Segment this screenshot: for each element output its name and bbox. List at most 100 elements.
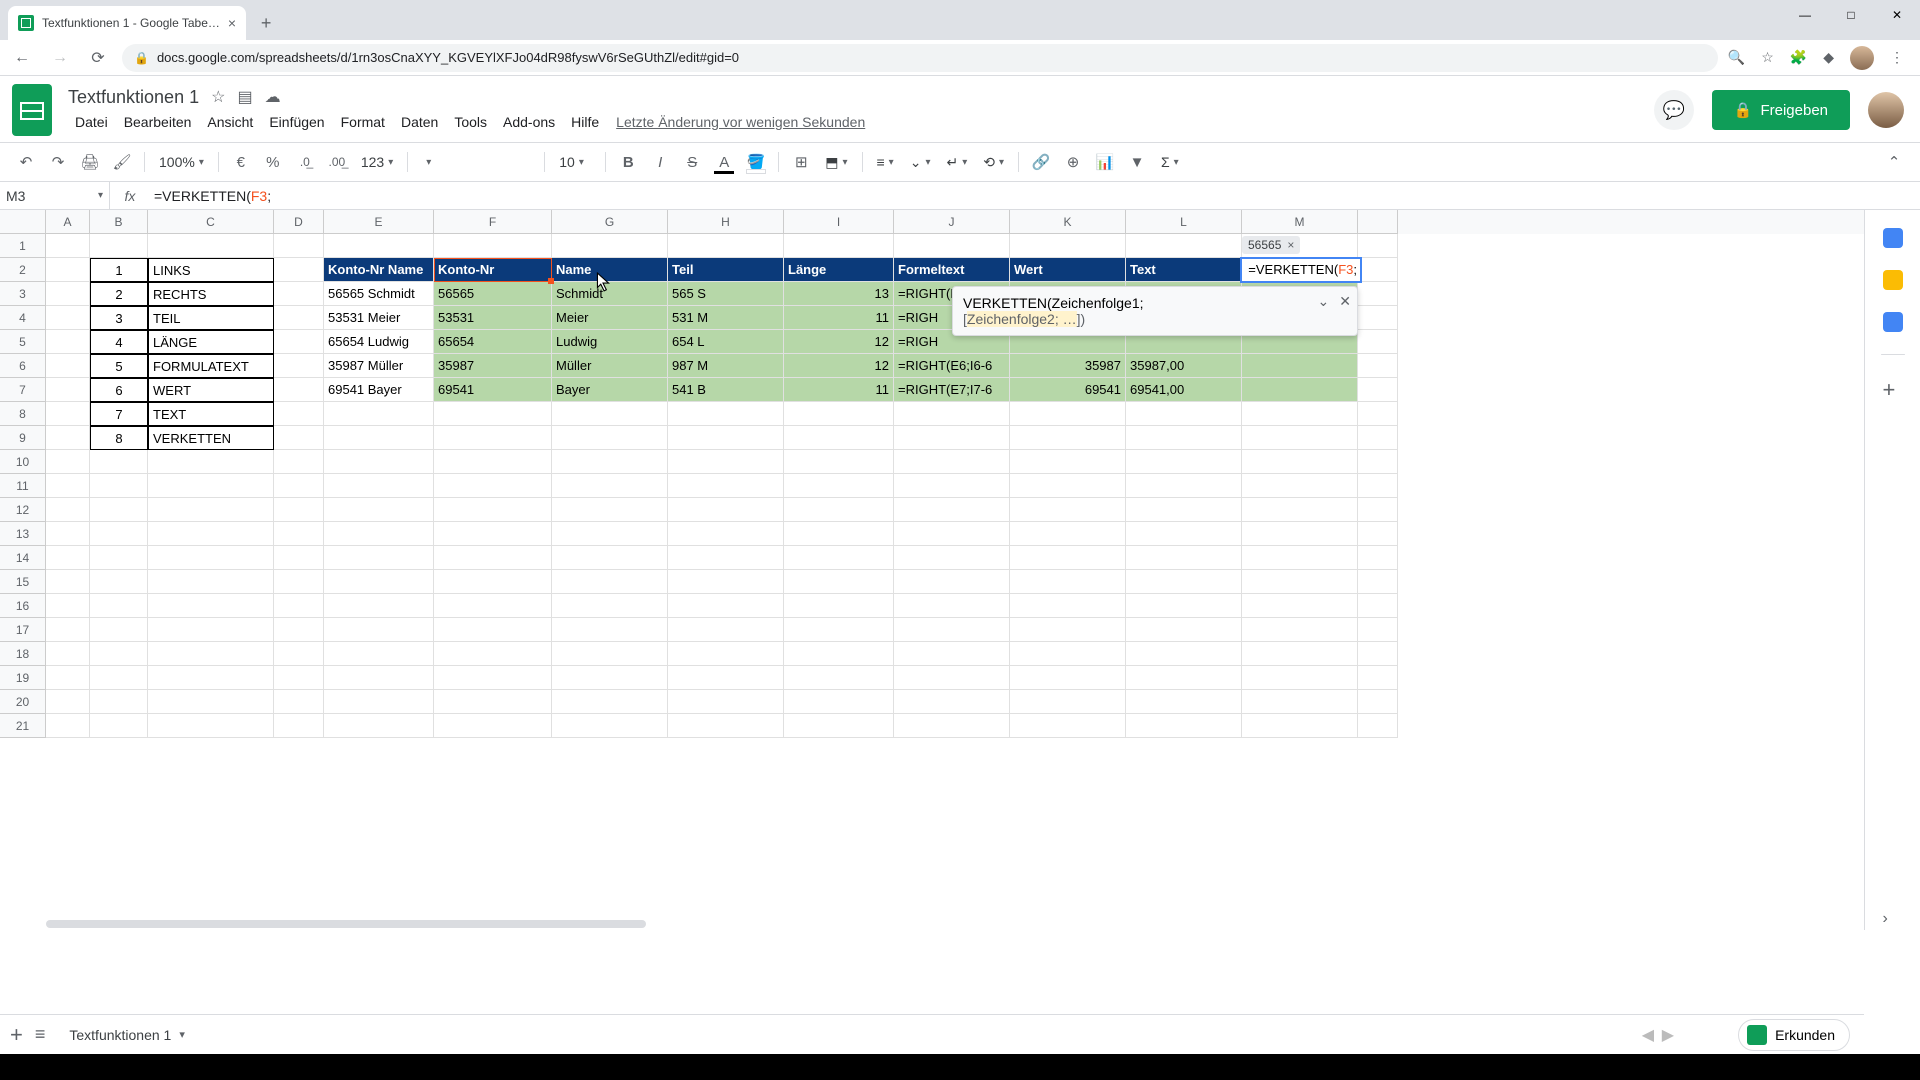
extensions-icon[interactable]: 🧩 [1790,49,1807,66]
cell-M10[interactable] [1242,450,1358,474]
cell-N18[interactable] [1358,642,1398,666]
cell-N2[interactable] [1358,258,1398,282]
cell-F18[interactable] [434,642,552,666]
cell-D14[interactable] [274,546,324,570]
cell-I5[interactable]: 12 [784,330,894,354]
cell-A3[interactable] [46,282,90,306]
cell-E13[interactable] [324,522,434,546]
cell-J10[interactable] [894,450,1010,474]
cell-F13[interactable] [434,522,552,546]
cell-E3[interactable]: 56565 Schmidt [324,282,434,306]
decrease-decimal-button[interactable]: .0̲ [291,148,319,176]
cell-D7[interactable] [274,378,324,402]
cell-H2[interactable]: Teil [668,258,784,282]
cell-M12[interactable] [1242,498,1358,522]
cell-F9[interactable] [434,426,552,450]
row-header-17[interactable]: 17 [0,618,46,642]
cell-H10[interactable] [668,450,784,474]
cell-F11[interactable] [434,474,552,498]
cell-E18[interactable] [324,642,434,666]
cell-G17[interactable] [552,618,668,642]
menu-icon[interactable]: ⋮ [1890,49,1904,66]
row-header-9[interactable]: 9 [0,426,46,450]
cell-N10[interactable] [1358,450,1398,474]
row-header-14[interactable]: 14 [0,546,46,570]
cell-A8[interactable] [46,402,90,426]
cell-E4[interactable]: 53531 Meier [324,306,434,330]
cell-E17[interactable] [324,618,434,642]
cell-A6[interactable] [46,354,90,378]
cell-I4[interactable]: 11 [784,306,894,330]
cell-F20[interactable] [434,690,552,714]
calendar-icon[interactable] [1883,228,1903,248]
cell-A20[interactable] [46,690,90,714]
increase-decimal-button[interactable]: .00̲ [323,148,351,176]
cell-J12[interactable] [894,498,1010,522]
cell-M9[interactable] [1242,426,1358,450]
cell-E10[interactable] [324,450,434,474]
side-panel-toggle-icon[interactable]: › [1883,910,1903,930]
cell-L8[interactable] [1126,402,1242,426]
cell-A7[interactable] [46,378,90,402]
cell-G9[interactable] [552,426,668,450]
cell-H11[interactable] [668,474,784,498]
cell-M8[interactable] [1242,402,1358,426]
comments-button[interactable]: 💬 [1654,90,1694,130]
cell-C8[interactable]: TEXT [148,402,274,426]
cell-I15[interactable] [784,570,894,594]
menu-daten[interactable]: Daten [394,110,445,134]
tooltip-close-icon[interactable]: ✕ [1339,293,1351,310]
font-select[interactable]: ▾ [416,157,536,168]
cell-E21[interactable] [324,714,434,738]
print-button[interactable]: 🖨 [76,148,104,176]
fill-color-button[interactable]: 🪣 [742,148,770,176]
sheet-next-icon[interactable]: ▶ [1662,1025,1674,1045]
wrap-button[interactable]: ↵▾ [940,154,973,171]
cell-A17[interactable] [46,618,90,642]
cell-G16[interactable] [552,594,668,618]
col-header-M[interactable]: M [1242,210,1358,234]
col-header-C[interactable]: C [148,210,274,234]
cell-D4[interactable] [274,306,324,330]
cell-J20[interactable] [894,690,1010,714]
row-header-20[interactable]: 20 [0,690,46,714]
col-header-L[interactable]: L [1126,210,1242,234]
cell-L17[interactable] [1126,618,1242,642]
row-header-5[interactable]: 5 [0,330,46,354]
close-tab-icon[interactable]: × [228,15,236,31]
explore-button[interactable]: Erkunden [1738,1019,1850,1051]
cell-B8[interactable]: 7 [90,402,148,426]
col-header-F[interactable]: F [434,210,552,234]
cell-G15[interactable] [552,570,668,594]
font-size-select[interactable]: 10▾ [553,154,597,170]
cell-K6[interactable]: 35987 [1010,354,1126,378]
halign-button[interactable]: ≡▾ [871,154,900,170]
cell-L16[interactable] [1126,594,1242,618]
cell-B4[interactable]: 3 [90,306,148,330]
cell-J21[interactable] [894,714,1010,738]
cell-N8[interactable] [1358,402,1398,426]
cell-G6[interactable]: Müller [552,354,668,378]
cell-K13[interactable] [1010,522,1126,546]
cell-E15[interactable] [324,570,434,594]
cell-E6[interactable]: 35987 Müller [324,354,434,378]
cell-G20[interactable] [552,690,668,714]
cell-N16[interactable] [1358,594,1398,618]
cell-K20[interactable] [1010,690,1126,714]
cell-M13[interactable] [1242,522,1358,546]
cell-G7[interactable]: Bayer [552,378,668,402]
cell-C12[interactable] [148,498,274,522]
cell-N4[interactable] [1358,306,1398,330]
col-header-J[interactable]: J [894,210,1010,234]
bold-button[interactable]: B [614,148,642,176]
cell-D19[interactable] [274,666,324,690]
cell-H19[interactable] [668,666,784,690]
cell-N6[interactable] [1358,354,1398,378]
tasks-icon[interactable] [1883,312,1903,332]
cell-F8[interactable] [434,402,552,426]
cell-C4[interactable]: TEIL [148,306,274,330]
name-box[interactable]: M3▾ [0,182,110,209]
cell-F2[interactable]: Konto-Nr [434,258,552,282]
cell-I2[interactable]: Länge [784,258,894,282]
cell-L10[interactable] [1126,450,1242,474]
